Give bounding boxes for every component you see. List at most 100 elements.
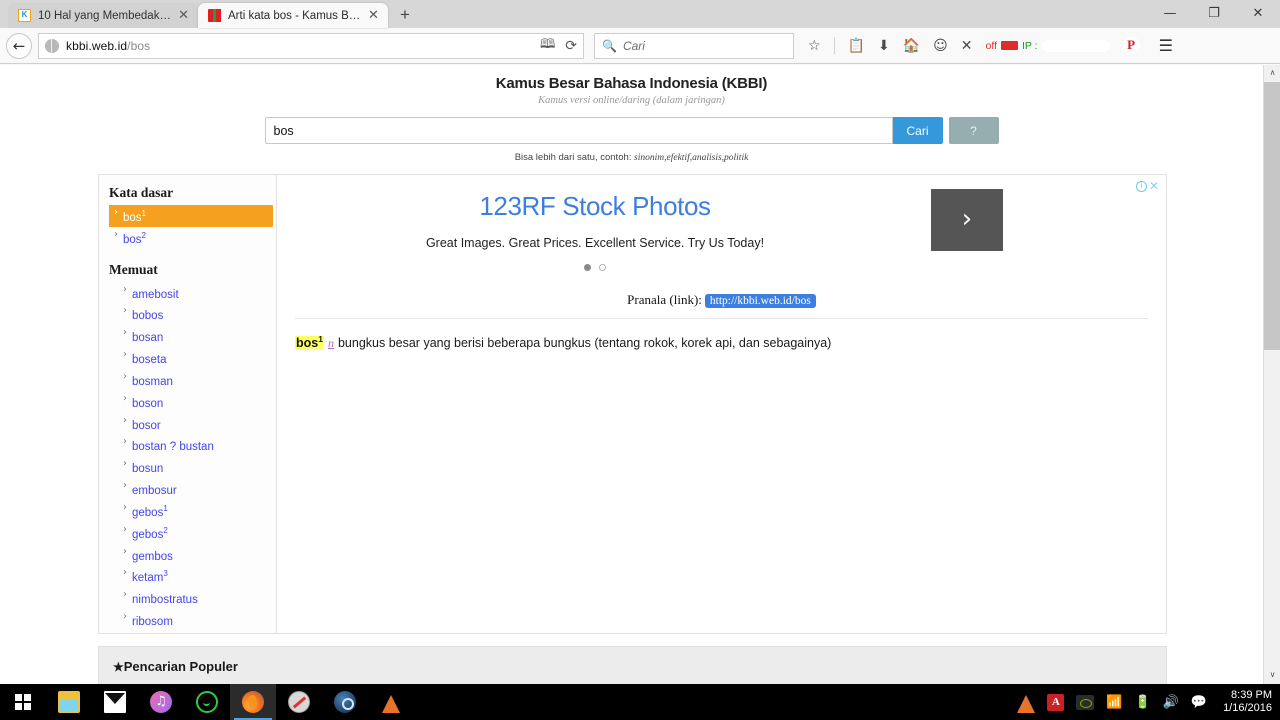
minimize-button[interactable]: — — [1148, 0, 1192, 28]
mail-icon — [104, 691, 126, 713]
close-icon[interactable]: ✕ — [177, 9, 190, 23]
list-item[interactable]: amebosit — [109, 282, 276, 304]
carousel-dot-inactive[interactable] — [599, 264, 606, 271]
reload-icon[interactable]: ⟳ — [565, 38, 577, 54]
search-hint: Bisa lebih dari satu, contoh: sinonim,ef… — [0, 152, 1263, 163]
hint-prefix: Bisa lebih dari satu, contoh: — [514, 152, 632, 163]
entry-headword: bos1 — [295, 334, 324, 351]
list-item[interactable]: bosor — [109, 413, 276, 435]
list-item[interactable]: bosun — [109, 456, 276, 478]
permalink-label: Pranala (link): — [627, 292, 702, 307]
adobe-icon[interactable]: A — [1047, 693, 1065, 711]
vertical-scrollbar[interactable]: ∧ ∨ — [1263, 65, 1280, 684]
url-bar[interactable]: kbbi.web.id/bos 🕮 ⟳ — [38, 32, 584, 59]
root-word-list: bos1 bos2 — [109, 205, 276, 249]
file-explorer-icon — [58, 691, 80, 713]
list-item[interactable]: bobos — [109, 303, 276, 325]
smiley-icon[interactable]: ☺ — [933, 39, 948, 53]
entry-part-of-speech[interactable]: n — [328, 336, 334, 350]
list-item[interactable]: nimbostratus — [109, 587, 276, 609]
content-layout: Kata dasar bos1 bos2 Memuat amebosit bob… — [98, 174, 1167, 634]
list-item[interactable]: embosur — [109, 478, 276, 500]
list-item[interactable]: boson — [109, 391, 276, 413]
scroll-up-arrow-icon[interactable]: ∧ — [1264, 65, 1280, 82]
ad-close-icon[interactable]: ✕ — [1149, 180, 1159, 192]
taskbar-mail[interactable] — [92, 684, 138, 720]
taskbar-vlc[interactable] — [368, 684, 414, 720]
list-item[interactable]: bosman — [109, 369, 276, 391]
hamburger-menu-icon[interactable]: ☰ — [1159, 36, 1173, 55]
list-item[interactable]: boseta — [109, 347, 276, 369]
taskbar-no-entry-app[interactable] — [276, 684, 322, 720]
search-input[interactable] — [264, 117, 893, 144]
search-button[interactable]: Cari — [892, 117, 943, 144]
vpn-status[interactable]: off IP : — [986, 39, 1110, 52]
list-item[interactable]: gebos2 — [109, 522, 276, 544]
sidebar: Kata dasar bos1 bos2 Memuat amebosit bob… — [98, 174, 276, 634]
taskbar-steam[interactable] — [322, 684, 368, 720]
taskbar-file-explorer[interactable] — [46, 684, 92, 720]
clock-date: 1/16/2016 — [1223, 702, 1272, 714]
tab-inactive[interactable]: K 10 Hal yang Membedakan... ✕ — [8, 3, 198, 28]
ad-next-arrow-button[interactable]: › — [931, 189, 1003, 251]
sidebar-heading-primary: Kata dasar — [109, 185, 174, 200]
wifi-icon[interactable]: 📶 — [1106, 696, 1122, 709]
taskbar-green-app[interactable] — [184, 684, 230, 720]
reader-mode-icon[interactable]: 🕮 — [540, 35, 555, 57]
battery-icon[interactable]: 🔋 — [1135, 696, 1151, 709]
scrollbar-thumb[interactable] — [1264, 82, 1280, 350]
clock[interactable]: 8:39 PM 1/16/2016 — [1219, 689, 1272, 715]
list-item[interactable]: ribosom — [109, 609, 276, 631]
list-item[interactable]: bosan — [109, 325, 276, 347]
advertisement[interactable]: i ✕ 123RF Stock Photos Great Images. Gre… — [277, 175, 1166, 290]
sidebar-item-bos-2[interactable]: bos2 — [109, 227, 276, 249]
list-item[interactable]: gebos1 — [109, 500, 276, 522]
home-icon[interactable]: 🏠 — [903, 39, 920, 53]
search-icon: 🔍 — [602, 38, 617, 53]
scroll-down-arrow-icon[interactable]: ∨ — [1264, 667, 1280, 684]
kbbi-page: Kamus Besar Bahasa Indonesia (KBBI) Kamu… — [0, 65, 1263, 684]
vlc-tray-icon[interactable] — [1017, 694, 1036, 713]
carousel-dot-active[interactable] — [584, 264, 591, 271]
clock-time: 8:39 PM — [1231, 689, 1272, 701]
clipboard-icon[interactable]: 📋 — [848, 39, 865, 53]
browser-window: K 10 Hal yang Membedakan... ✕ Arti kata … — [0, 0, 1280, 684]
ad-title[interactable]: 123RF Stock Photos — [305, 191, 885, 222]
hint-examples: sinonim,efektif,analisis,politik — [634, 153, 749, 163]
start-button[interactable] — [0, 684, 46, 720]
back-button[interactable]: ← — [6, 32, 32, 59]
vlc-icon — [382, 694, 400, 713]
adchoices-icon[interactable]: i — [1135, 181, 1147, 192]
permalink-url[interactable]: http://kbbi.web.id/bos — [704, 294, 816, 308]
pinterest-icon[interactable]: P — [1122, 37, 1140, 54]
tab-active[interactable]: Arti kata bos - Kamus Bes... ✕ — [198, 3, 388, 28]
ad-carousel-dots — [305, 264, 885, 271]
window-controls: — ❐ ✕ — [1148, 0, 1280, 28]
bookmark-star-icon[interactable]: ☆ — [808, 39, 821, 53]
book-icon — [208, 9, 221, 22]
taskbar-firefox[interactable] — [230, 684, 276, 720]
taskbar-itunes[interactable]: ♫ — [138, 684, 184, 720]
x-icon[interactable]: ✕ — [961, 39, 973, 53]
close-icon[interactable]: ✕ — [367, 9, 380, 23]
maximize-button[interactable]: ❐ — [1192, 0, 1236, 28]
notification-icon[interactable]: 💬 — [1191, 696, 1207, 709]
main-content: i ✕ 123RF Stock Photos Great Images. Gre… — [276, 174, 1167, 634]
help-button[interactable]: ? — [948, 117, 999, 144]
nvidia-icon[interactable] — [1076, 694, 1095, 710]
sidebar-item-bos-1[interactable]: bos1 — [109, 205, 273, 227]
list-item[interactable]: gembos — [109, 544, 276, 566]
volume-icon[interactable]: 🔊 — [1163, 696, 1179, 709]
list-item[interactable]: ketam3 — [109, 565, 276, 587]
list-item[interactable]: bostan ? bustan — [109, 434, 276, 456]
download-icon[interactable]: ⬇ — [878, 39, 890, 53]
new-tab-button[interactable]: + — [392, 3, 418, 28]
scrollbar-track[interactable] — [1264, 82, 1280, 667]
browser-search-input[interactable]: 🔍 Cari — [594, 32, 794, 59]
windows-taskbar: ♫ A 📶 🔋 🔊 💬 8:39 PM 1/16/2016 — [0, 684, 1280, 720]
close-window-button[interactable]: ✕ — [1236, 0, 1280, 28]
related-word-list: amebosit bobos bosan boseta bosman boson… — [109, 282, 276, 633]
ad-subtitle: Great Images. Great Prices. Excellent Se… — [425, 236, 765, 250]
popular-searches-panel: ★Pencarian Populer integritas makna naif… — [98, 646, 1167, 684]
list-item[interactable]: stroboskop — [109, 631, 276, 633]
